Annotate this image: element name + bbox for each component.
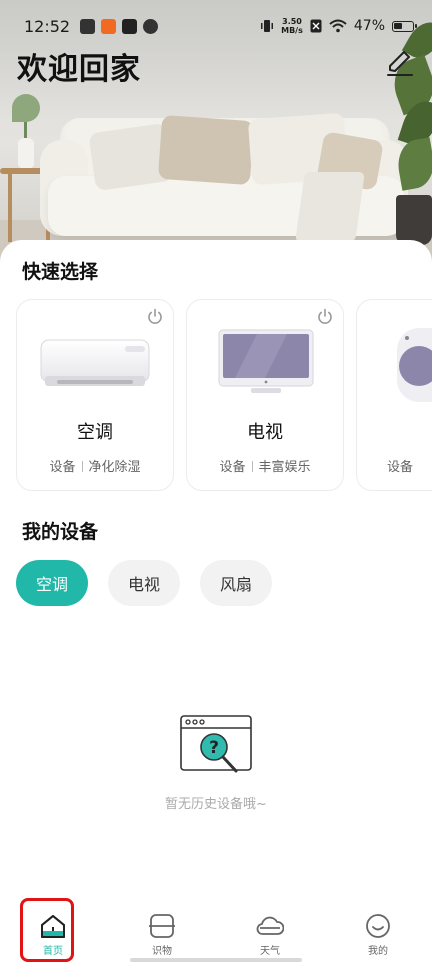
empty-state-text: 暂无历史设备哦~ — [165, 797, 267, 812]
scan-icon — [149, 914, 175, 938]
tab-label: 天气 — [260, 946, 280, 957]
quick-card-tv[interactable]: 电视 设备 丰富娱乐 — [186, 299, 344, 491]
air-conditioner-icon — [40, 339, 150, 386]
tab-mine[interactable]: 我的 — [348, 912, 408, 962]
tab-label: 识物 — [152, 946, 172, 957]
tab-weather[interactable]: 天气 — [240, 912, 300, 962]
sim-icon — [310, 19, 322, 33]
empty-state-icon: ? — [180, 715, 252, 773]
quick-card-fan[interactable]: 设备 — [356, 299, 432, 491]
app-notification-icon — [101, 18, 117, 34]
cloud-icon — [256, 916, 284, 935]
tv-icon — [218, 329, 314, 393]
power-icon[interactable] — [316, 308, 334, 326]
chip-air-conditioner[interactable]: 空调 — [16, 560, 88, 606]
battery-percent: 47% — [353, 18, 385, 34]
tab-scan[interactable]: 识物 — [132, 912, 192, 962]
network-speed: 3.50 MB/s — [281, 17, 303, 35]
status-time: 12:52 — [24, 16, 71, 36]
card-subtitle: 设备 丰富娱乐 — [219, 460, 311, 475]
battery-icon — [392, 20, 417, 32]
chip-tv[interactable]: 电视 — [108, 560, 180, 606]
device-icon — [397, 328, 432, 402]
card-subtitle: 设备 — [387, 460, 414, 475]
wifi-icon — [329, 19, 347, 33]
page-title: 欢迎回家 — [17, 52, 141, 87]
card-name: 空调 — [77, 422, 113, 443]
quick-card-air-conditioner[interactable]: 空调 设备 净化除湿 — [16, 299, 174, 491]
power-icon[interactable] — [146, 308, 164, 326]
tab-label: 我的 — [368, 946, 388, 957]
card-name: 电视 — [247, 422, 283, 443]
vibrate-icon — [261, 20, 274, 32]
device-filter-chips: 空调 电视 风扇 — [16, 560, 272, 606]
quick-select-title: 快速选择 — [16, 257, 98, 284]
tab-home-highlight-box — [20, 898, 74, 962]
smile-icon — [366, 914, 390, 938]
link-notification-icon — [143, 18, 159, 34]
chip-fan[interactable]: 风扇 — [200, 560, 272, 606]
quick-select-carousel[interactable]: 空调 设备 净化除湿 电视 设备 丰富娱乐 设备 — [16, 299, 432, 493]
my-devices-title: 我的设备 — [16, 517, 98, 544]
edit-icon[interactable] — [384, 46, 416, 78]
play-notification-icon — [122, 18, 138, 34]
gesture-bar[interactable] — [130, 958, 302, 962]
card-subtitle: 设备 净化除湿 — [49, 460, 141, 475]
mail-notification-icon — [80, 18, 96, 34]
svg-text:?: ? — [209, 738, 219, 758]
